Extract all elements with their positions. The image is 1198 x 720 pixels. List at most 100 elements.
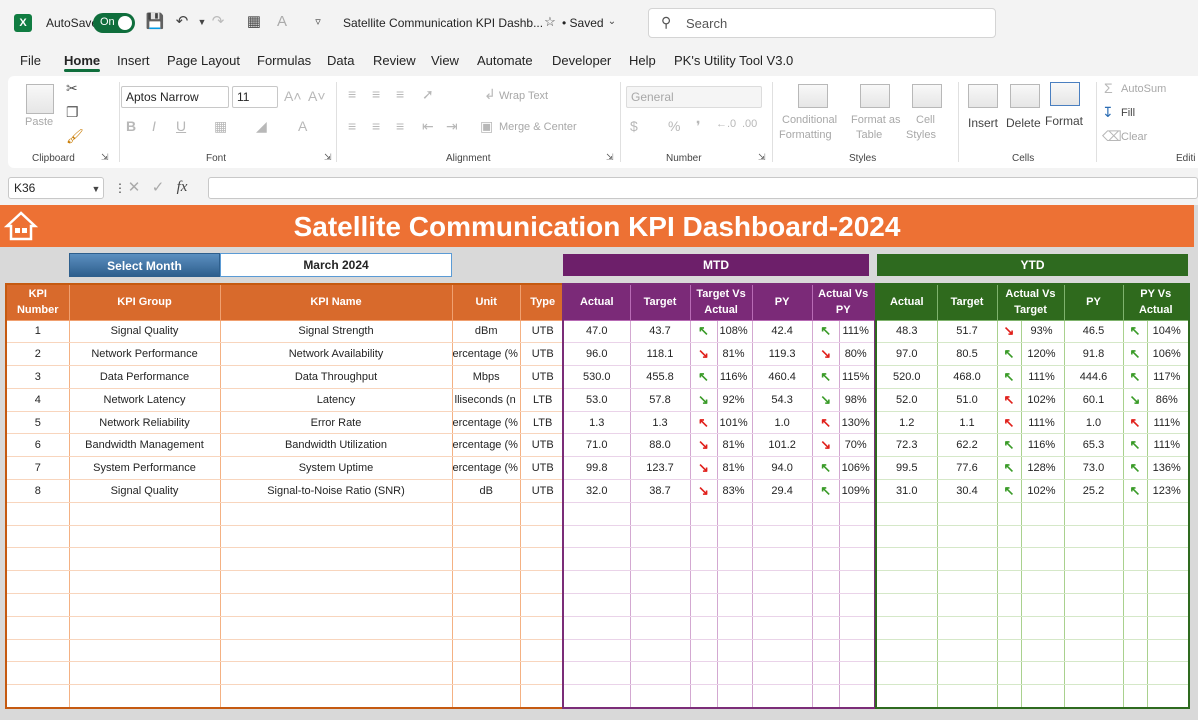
redo-icon[interactable]: ↷ [208,12,228,32]
empty-cell[interactable] [452,570,521,595]
collaborate-icon[interactable]: ☆ [540,12,560,32]
ytd-actual-vs-target-cell[interactable]: 93% [1021,320,1065,344]
font-launcher-icon[interactable]: ⇲ [324,152,332,163]
mtd-header-2[interactable]: Target Vs Actual [689,283,753,321]
tab-view[interactable]: View [431,53,459,68]
conditional-formatting-line1[interactable]: Conditional [782,114,837,126]
mtd-py-cell[interactable]: 29.4 [752,479,813,503]
comma-icon[interactable]: ❜ [696,118,701,135]
empty-cell[interactable] [452,525,521,549]
mtd-actual-cell[interactable]: 53.0 [563,388,631,412]
empty-cell[interactable] [690,616,718,640]
empty-cell[interactable] [997,684,1022,709]
ytd-actual-vs-target-cell[interactable]: 111% [1021,365,1065,389]
empty-cell[interactable] [937,639,998,663]
empty-cell[interactable] [997,570,1022,595]
empty-cell[interactable] [752,661,813,686]
empty-cell[interactable] [812,502,840,526]
mtd-target-vs-actual-cell[interactable]: 108% [717,320,753,344]
kpi-number-cell[interactable]: 7 [6,456,70,481]
empty-cell[interactable] [839,570,876,595]
empty-cell[interactable] [876,639,938,663]
ytd-py-cell[interactable]: 25.2 [1064,479,1124,503]
empty-cell[interactable] [1123,502,1148,526]
mtd-target-vs-actual-cell[interactable]: 81% [717,433,753,458]
empty-cell[interactable] [520,616,566,640]
empty-cell[interactable] [812,547,840,572]
font-name-select[interactable]: Aptos Narrow [121,86,229,108]
insert-function-icon[interactable]: fx [172,177,192,197]
cell-styles-line1[interactable]: Cell [916,114,935,126]
kpi-type-cell[interactable]: UTB [520,320,566,344]
currency-icon[interactable]: $ [630,118,638,134]
empty-cell[interactable] [1021,547,1065,572]
mtd-py-cell[interactable]: 1.0 [752,411,813,435]
kpi-name-cell[interactable]: Bandwidth Utilization [220,433,453,458]
empty-cell[interactable] [1064,639,1124,663]
ytd-py-cell[interactable]: 444.6 [1064,365,1124,389]
kpi-number-cell[interactable]: 4 [6,388,70,412]
autosave-toggle[interactable]: On [93,13,135,33]
ytd-py-vs-actual-cell[interactable]: 106% [1147,342,1190,367]
ytd-target-cell[interactable]: 77.6 [937,456,998,481]
empty-cell[interactable] [520,525,566,549]
cell-styles-line2[interactable]: Styles [906,129,936,141]
empty-cell[interactable] [452,616,521,640]
insert-button[interactable]: Insert [968,116,998,130]
empty-cell[interactable] [1123,525,1148,549]
empty-cell[interactable] [812,570,840,595]
empty-cell[interactable] [752,525,813,549]
empty-cell[interactable] [520,547,566,572]
ytd-actual-vs-target-cell[interactable]: 102% [1021,479,1065,503]
empty-cell[interactable] [6,661,70,686]
empty-cell[interactable] [997,593,1022,617]
empty-cell[interactable] [717,502,753,526]
borders-icon[interactable]: ▦ [214,118,227,135]
mtd-actual-cell[interactable]: 47.0 [563,320,631,344]
kpi-unit-cell[interactable]: ercentage (% [452,456,521,481]
ytd-py-cell[interactable]: 1.0 [1064,411,1124,435]
kpi-group-cell[interactable]: Network Performance [69,342,221,367]
empty-cell[interactable] [997,661,1022,686]
kpi-number-cell[interactable]: 3 [6,365,70,389]
empty-cell[interactable] [752,616,813,640]
empty-cell[interactable] [452,684,521,709]
empty-cell[interactable] [812,616,840,640]
empty-cell[interactable] [717,616,753,640]
empty-cell[interactable] [1123,547,1148,572]
empty-cell[interactable] [717,639,753,663]
empty-cell[interactable] [6,502,70,526]
empty-cell[interactable] [937,661,998,686]
empty-cell[interactable] [1021,525,1065,549]
empty-cell[interactable] [1147,593,1190,617]
mtd-target-vs-actual-cell[interactable]: 116% [717,365,753,389]
align-center-icon[interactable]: ≡ [372,118,380,134]
ytd-target-cell[interactable]: 51.0 [937,388,998,412]
ytd-header-1[interactable]: Target [936,283,998,321]
kpi-unit-cell[interactable]: lliseconds (n [452,388,521,412]
empty-cell[interactable] [1123,570,1148,595]
empty-cell[interactable] [1064,661,1124,686]
tab-file[interactable]: File [20,53,41,68]
empty-cell[interactable] [997,502,1022,526]
empty-cell[interactable] [630,570,691,595]
save-icon[interactable]: 💾 [145,12,165,32]
empty-cell[interactable] [937,502,998,526]
clipboard-launcher-icon[interactable]: ⇲ [101,152,109,163]
kpi-header-0[interactable]: KPI Number [5,283,70,321]
empty-cell[interactable] [876,547,938,572]
mtd-actual-vs-py-cell[interactable]: 70% [839,433,876,458]
empty-cell[interactable] [876,616,938,640]
empty-cell[interactable] [220,547,453,572]
empty-cell[interactable] [752,684,813,709]
tab-review[interactable]: Review [373,53,416,68]
empty-cell[interactable] [937,593,998,617]
mtd-py-cell[interactable]: 119.3 [752,342,813,367]
ytd-py-vs-actual-cell[interactable]: 86% [1147,388,1190,412]
empty-cell[interactable] [452,661,521,686]
mtd-actual-vs-py-cell[interactable]: 98% [839,388,876,412]
tab-utility-tool[interactable]: PK's Utility Tool V3.0 [674,53,793,68]
ytd-actual-cell[interactable]: 31.0 [876,479,938,503]
mtd-actual-vs-py-cell[interactable]: 80% [839,342,876,367]
autosum-icon[interactable]: Σ [1104,80,1113,96]
